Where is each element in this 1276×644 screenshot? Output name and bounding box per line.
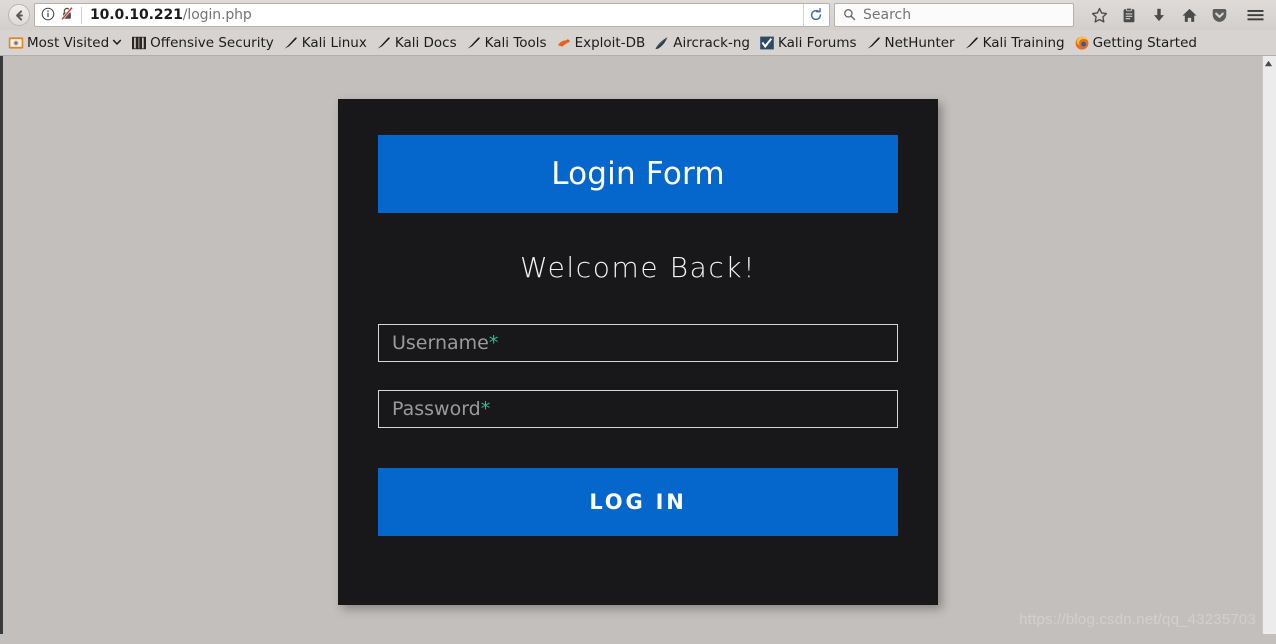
bookmark-label: Kali Docs [394, 34, 457, 51]
browser-chrome: 10.0.10.221/login.php Search Most Visite… [0, 0, 1276, 56]
bookmark-star-icon[interactable] [1084, 2, 1114, 28]
reload-button[interactable] [803, 4, 827, 26]
broken-lock-icon [60, 6, 74, 25]
bookmark-label: NetHunter [884, 34, 955, 51]
username-input[interactable]: Username* [378, 324, 898, 362]
kali-dragon-icon [964, 35, 980, 51]
info-circle-icon [41, 6, 55, 25]
firefox-icon [1074, 35, 1090, 51]
hamburger-menu-icon[interactable] [1240, 2, 1270, 28]
bookmark-label: Kali Linux [301, 34, 367, 51]
csdn-watermark: https://blog.csdn.net/qq_43235703 [1019, 611, 1256, 628]
url-host: 10.0.10.221 [90, 7, 183, 23]
bookmark-exploit-db[interactable]: Exploit-DB [552, 33, 651, 53]
reader-list-icon[interactable] [1114, 2, 1144, 28]
search-bar[interactable]: Search [834, 3, 1074, 27]
bookmarks-toolbar: Most Visited Offensive Security Kali Lin… [0, 30, 1276, 55]
offensive-security-icon [131, 35, 147, 51]
bookmark-offensive-security[interactable]: Offensive Security [127, 33, 279, 53]
page-viewport: Login Form Welcome Back! Username* Passw… [0, 56, 1276, 634]
exploit-db-icon [556, 35, 572, 51]
login-form-title: Login Form [378, 135, 898, 213]
bookmark-kali-training[interactable]: Kali Training [960, 33, 1070, 53]
bookmark-label: Aircrack-ng [673, 34, 750, 51]
login-card: Login Form Welcome Back! Username* Passw… [338, 99, 938, 605]
kali-dragon-icon [283, 35, 299, 51]
most-visited-folder-icon [8, 35, 24, 51]
site-identity-box[interactable] [41, 6, 82, 25]
bookmark-label: Exploit-DB [574, 34, 646, 51]
bookmark-kali-docs[interactable]: Kali Docs [372, 33, 462, 53]
search-icon [843, 6, 856, 25]
aircrack-ng-icon [654, 35, 670, 51]
password-input[interactable]: Password* [378, 390, 898, 428]
back-button[interactable] [6, 3, 32, 27]
bookmark-aircrack-ng[interactable]: Aircrack-ng [650, 33, 755, 53]
bookmark-kali-forums[interactable]: Kali Forums [755, 33, 862, 53]
bookmark-label: Offensive Security [150, 34, 274, 51]
back-arrow-icon [8, 4, 30, 26]
chevron-down-icon [112, 35, 122, 51]
kali-dragon-icon [376, 35, 392, 51]
username-placeholder: Username* [392, 332, 499, 354]
bookmark-kali-linux[interactable]: Kali Linux [279, 33, 372, 53]
url-bar[interactable]: 10.0.10.221/login.php [34, 3, 830, 27]
kali-forums-icon [759, 35, 775, 51]
download-arrow-icon[interactable] [1144, 2, 1174, 28]
required-marker: * [488, 332, 499, 354]
password-field-wrapper: Password* [378, 390, 898, 428]
welcome-message: Welcome Back! [519, 251, 757, 284]
bookmark-label: Getting Started [1092, 34, 1197, 51]
url-path: /login.php [182, 7, 252, 23]
required-marker: * [480, 398, 491, 420]
bookmark-label: Kali Tools [484, 34, 547, 51]
url-text: 10.0.10.221/login.php [82, 7, 803, 23]
bookmark-label: Kali Forums [777, 34, 857, 51]
login-submit-button[interactable]: LOG IN [378, 468, 898, 536]
kali-dragon-icon [866, 35, 882, 51]
bookmark-most-visited[interactable]: Most Visited [4, 33, 127, 53]
navigation-toolbar: 10.0.10.221/login.php Search [0, 0, 1276, 30]
home-icon[interactable] [1174, 2, 1204, 28]
bookmark-kali-tools[interactable]: Kali Tools [462, 33, 552, 53]
search-input-placeholder: Search [863, 7, 912, 23]
password-placeholder: Password* [392, 398, 491, 420]
scroll-up-arrow-icon[interactable] [1262, 59, 1274, 71]
vertical-scrollbar[interactable] [1262, 56, 1276, 634]
username-field-wrapper: Username* [378, 324, 898, 362]
pocket-shield-icon[interactable] [1204, 2, 1234, 28]
bookmark-label: Most Visited [27, 34, 110, 51]
bookmark-getting-started[interactable]: Getting Started [1070, 33, 1202, 53]
kali-dragon-icon [466, 35, 482, 51]
bookmark-nethunter[interactable]: NetHunter [862, 33, 960, 53]
bookmark-label: Kali Training [982, 34, 1065, 51]
